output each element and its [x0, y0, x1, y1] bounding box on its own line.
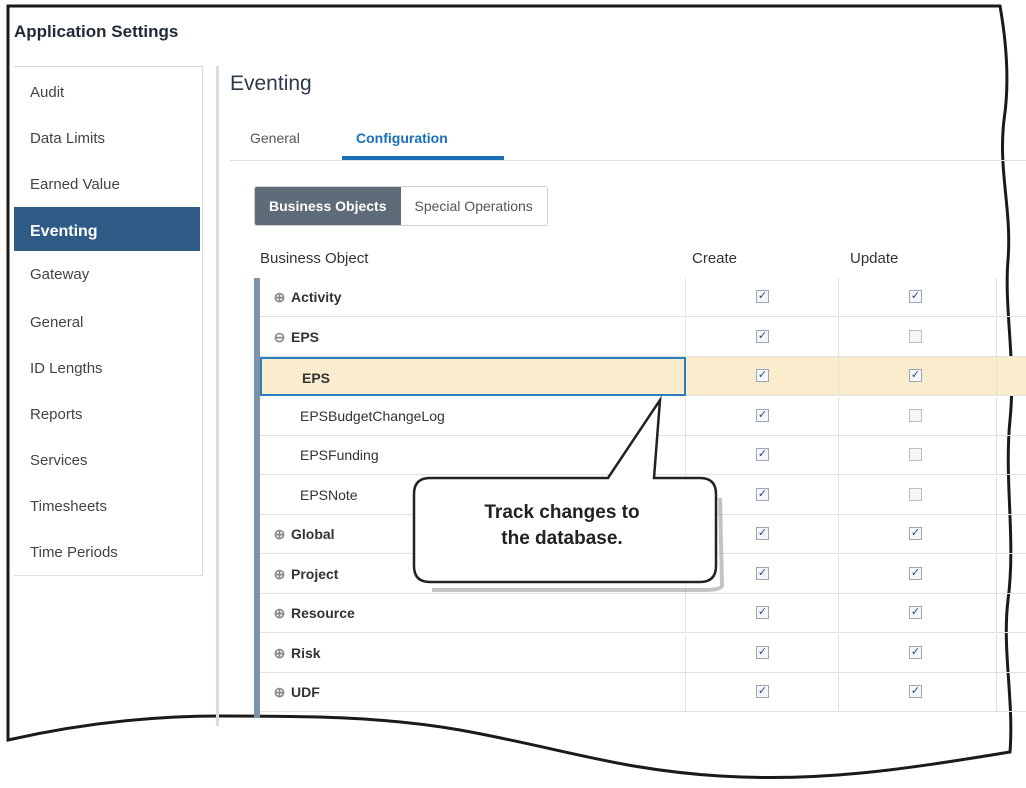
callout-line-1: Track changes to — [484, 502, 640, 523]
callout-line-2: the database. — [501, 528, 623, 549]
callout-bubble — [412, 395, 725, 592]
callout-text: Track changes to the database. — [412, 500, 712, 552]
